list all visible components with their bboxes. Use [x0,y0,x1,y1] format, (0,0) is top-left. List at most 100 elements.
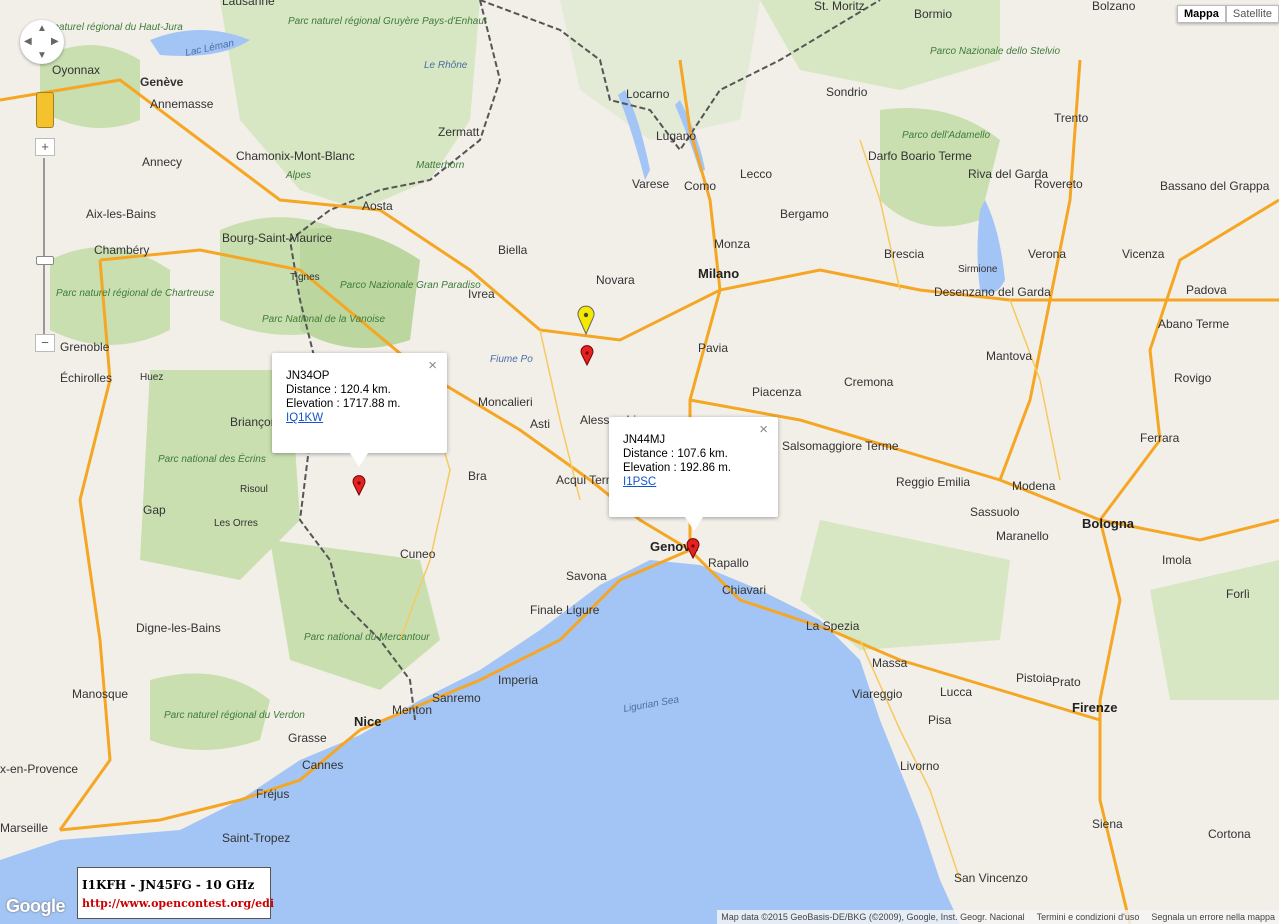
label-cremona: Cremona [844,375,894,389]
label-forli: Forlì [1226,587,1250,601]
label-sirmione: Sirmione [958,264,998,275]
label-tignes: Tignes [290,272,320,283]
pan-left-icon[interactable]: ◀ [24,36,32,47]
label-sondrio: Sondrio [826,85,868,99]
map-type-control: Mappa Satellite [1177,5,1279,23]
label-echirolles: Échirolles [60,370,112,385]
label-briancon: Briançon [230,415,277,429]
label-ferrara: Ferrara [1140,431,1180,445]
park-gruyere: Parc naturel régional Gruyère Pays-d'Enh… [288,16,488,27]
park-mercantour: Parc national du Mercantour [304,632,430,643]
pan-up-icon[interactable]: ▲ [37,23,47,34]
label-sassuolo: Sassuolo [970,505,1020,519]
park-adamello: Parco dell'Adamello [902,130,991,141]
google-logo[interactable]: Google [6,896,66,917]
label-fiume-po: Fiume Po [490,354,533,365]
label-san-vincenzo: San Vincenzo [954,871,1028,885]
label-bra: Bra [468,469,487,483]
label-bologna: Bologna [1082,516,1135,531]
label-desenzano: Desenzano del Garda [934,285,1051,299]
label-frejus: Fréjus [256,787,289,801]
zoom-track[interactable] [43,158,45,334]
map-type-map-button[interactable]: Mappa [1177,5,1226,23]
label-saint-tropez: Saint-Tropez [222,831,290,845]
map-data-attribution: Map data ©2015 GeoBasis-DE/BKG (©2009), … [721,912,1025,922]
label-viareggio: Viareggio [852,687,903,701]
park-gran-paradiso: Parco Nazionale Gran Paradiso [340,280,481,291]
zoom-in-button[interactable]: + [35,138,55,156]
park-alpes: Alpes [285,170,311,181]
pegman-icon[interactable] [36,92,54,128]
label-trento: Trento [1054,111,1089,125]
info-callsign-link[interactable]: IQ1KW [286,412,323,424]
label-oyonnax: Oyonnax [52,63,100,77]
label-risoul: Risoul [240,484,268,495]
label-bassano: Bassano del Grappa [1160,179,1270,193]
label-cuneo: Cuneo [400,547,436,561]
zoom-thumb[interactable] [36,256,54,265]
pan-down-icon[interactable]: ▼ [37,50,47,61]
label-manosque: Manosque [72,687,128,701]
label-grasse: Grasse [288,731,327,745]
info-window-jn44mj: × JN44MJ Distance : 107.6 km. Elevation … [609,417,778,531]
label-varese: Varese [632,177,669,191]
label-salsomaggiore: Salsomaggiore Terme [782,439,899,453]
info-locator: JN44MJ [623,434,666,446]
label-biella: Biella [498,243,528,257]
label-maranello: Maranello [996,529,1049,543]
label-marseille: Marseille [0,821,48,835]
pan-control[interactable]: ▲ ▼ ◀ ▶ [20,20,64,64]
label-padova: Padova [1186,283,1227,297]
legend-url-link[interactable]: http://www.opencontest.org/edi [82,897,274,910]
label-les-orres: Les Orres [214,518,258,529]
park-ecrins: Parc national des Écrins [158,452,266,465]
label-nice: Nice [354,714,381,729]
close-icon[interactable]: × [759,422,768,437]
label-aosta: Aosta [362,199,393,213]
label-locarno: Locarno [626,87,670,101]
label-milano: Milano [698,266,739,281]
pan-right-icon[interactable]: ▶ [51,36,59,47]
label-finale: Finale Ligure [530,603,600,617]
legend-box: I1KFH - JN45FG - 10 GHz http://www.openc… [77,867,274,919]
report-error-link[interactable]: Segnala un errore nella mappa [1151,912,1275,922]
map-type-satellite-button[interactable]: Satellite [1225,5,1279,23]
label-bormio: Bormio [914,7,952,21]
label-como: Como [684,179,716,193]
label-modena: Modena [1012,479,1056,493]
label-sanremo: Sanremo [432,691,481,705]
label-gap: Gap [143,503,166,517]
label-pistoia: Pistoia [1016,671,1052,685]
label-aix-provence: x-en-Provence [0,762,78,776]
label-verona: Verona [1028,247,1066,261]
label-zermatt: Zermatt [438,125,480,139]
label-cannes: Cannes [302,758,343,772]
label-lecco: Lecco [740,167,772,181]
label-abano: Abano Terme [1158,317,1229,331]
info-distance: Distance : 120.4 km. [286,384,391,396]
terms-link[interactable]: Termini e condizioni d'uso [1037,912,1140,922]
close-icon[interactable]: × [428,358,437,373]
label-st-moritz: St. Moritz [814,0,865,13]
label-vicenza: Vicenza [1122,247,1165,261]
label-geneve: Genève [140,75,184,89]
label-huez: Huez [140,372,163,383]
label-pisa: Pisa [928,713,952,727]
label-le-rhone: Le Rhône [424,60,468,71]
label-firenze: Firenze [1072,700,1118,715]
label-bourg: Bourg-Saint-Maurice [222,231,332,245]
park-chartreuse: Parc naturel régional de Chartreuse [56,288,215,299]
label-piacenza: Piacenza [752,385,802,399]
label-rovigo: Rovigo [1174,371,1212,385]
legend-title: I1KFH - JN45FG - 10 GHz [82,878,255,892]
label-imperia: Imperia [498,673,538,687]
label-annecy: Annecy [142,155,182,169]
label-brescia: Brescia [884,247,924,261]
label-chamonix: Chamonix-Mont-Blanc [236,149,355,163]
info-callsign-link[interactable]: I1PSC [623,476,656,488]
label-savona: Savona [566,569,607,583]
label-bolzano: Bolzano [1092,0,1136,13]
label-siena: Siena [1092,817,1123,831]
label-pavia: Pavia [698,341,728,355]
zoom-out-button[interactable]: − [35,334,55,352]
